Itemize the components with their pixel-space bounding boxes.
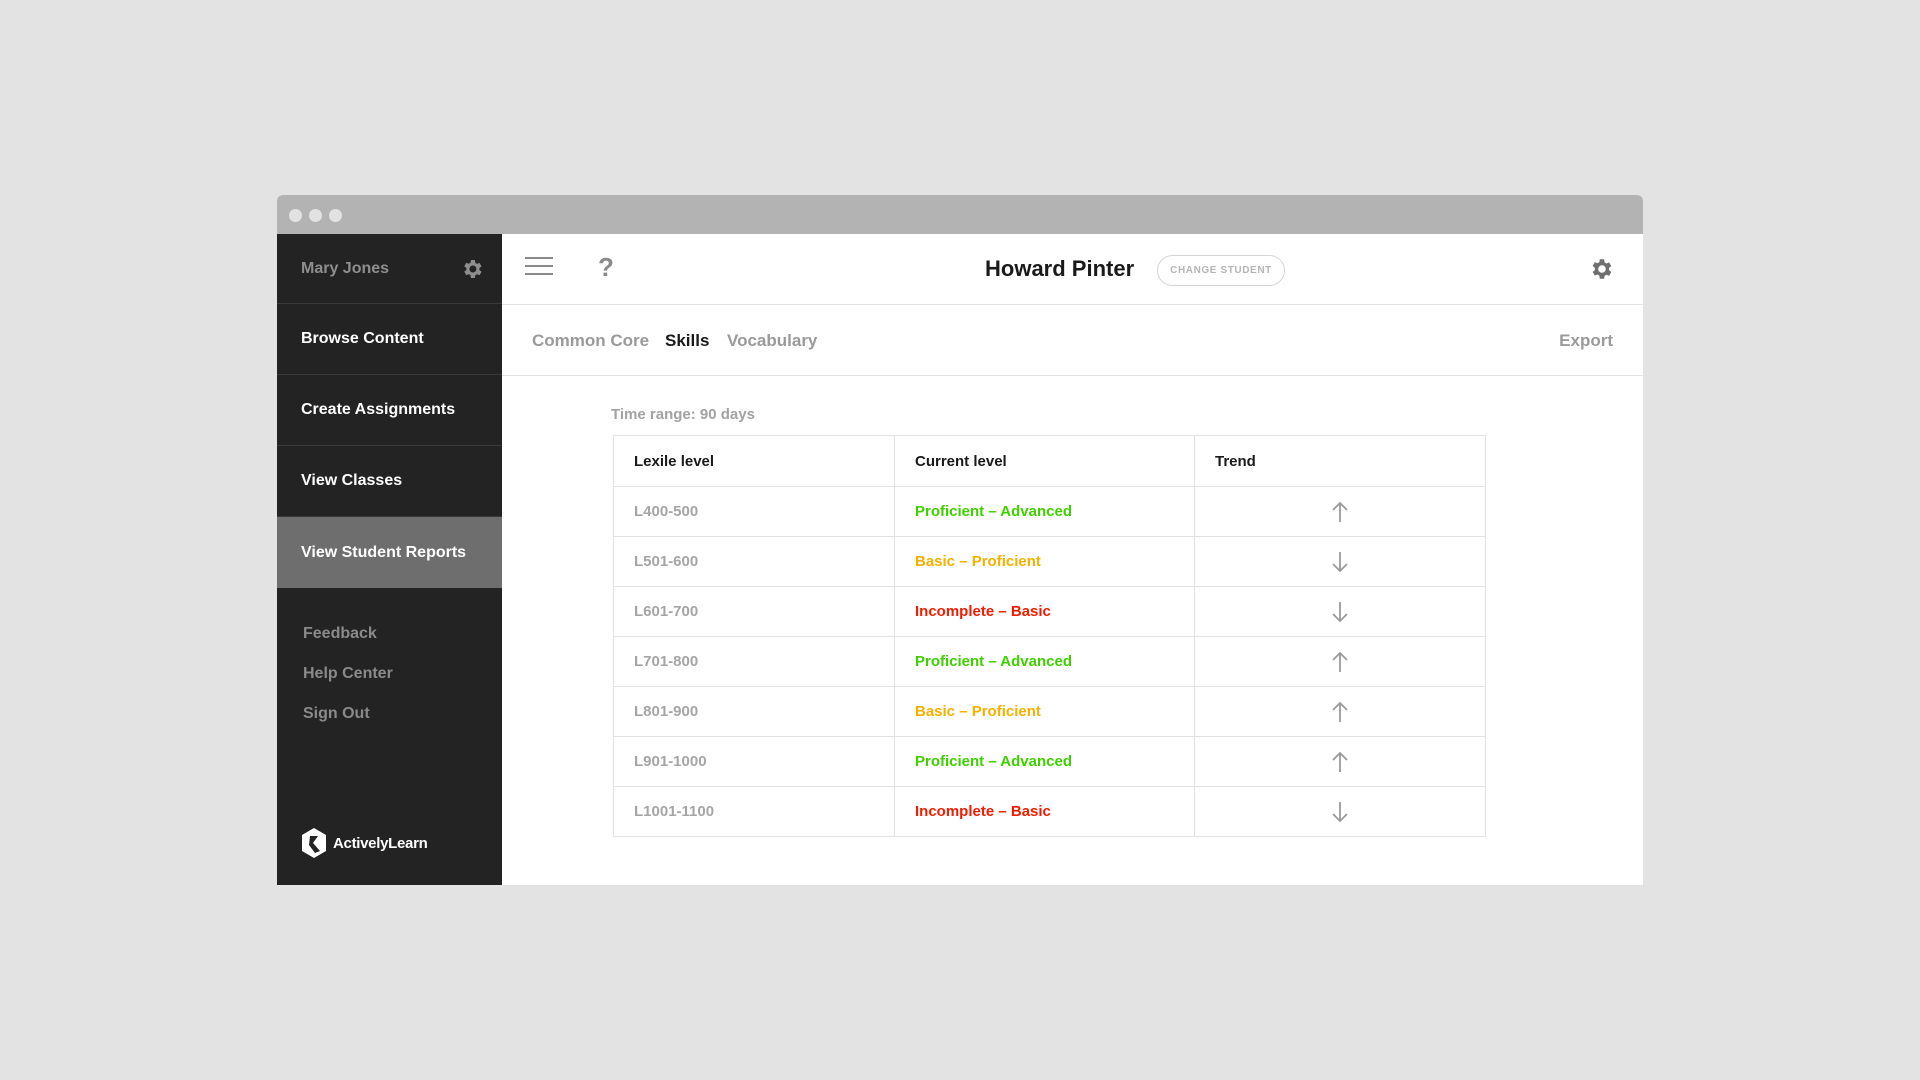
sidebar-item-browse-content[interactable]: Browse Content [277,304,502,375]
sidebar-item-view-classes[interactable]: View Classes [277,446,502,517]
current-level-cell: Incomplete – Basic [894,586,1195,637]
tab-common-core[interactable]: Common Core [532,331,649,351]
time-range-label: Time range: 90 days [611,406,755,423]
user-name[interactable]: Mary Jones [301,260,389,278]
sidebar-item-create-assignments[interactable]: Create Assignments [277,375,502,446]
table-header-row: Lexile level Current level Trend [613,435,1486,487]
table-row: L801-900 Basic – Proficient [613,686,1486,737]
arrow-up-icon [1331,501,1349,522]
trend-cell [1194,586,1486,637]
table-row: L901-1000 Proficient – Advanced [613,736,1486,787]
question-mark-icon[interactable]: ? [598,252,614,283]
current-level-cell: Proficient – Advanced [894,736,1195,787]
window-titlebar [277,195,1643,234]
change-student-button[interactable]: CHANGE STUDENT [1157,255,1285,286]
table-row: L400-500 Proficient – Advanced [613,486,1486,537]
brand-name: ActivelyLearn [333,834,428,852]
arrow-down-icon [1331,801,1349,822]
trend-cell [1194,686,1486,737]
current-level-cell: Proficient – Advanced [894,636,1195,687]
column-header-current-level: Current level [894,435,1195,487]
sidebar-item-view-student-reports[interactable]: View Student Reports [277,517,502,588]
sign-out-link[interactable]: Sign Out [303,694,502,734]
current-level-cell: Basic – Proficient [894,536,1195,587]
feedback-link[interactable]: Feedback [303,614,502,654]
skills-report-table: Lexile level Current level Trend L400-50… [613,435,1486,837]
student-name: Howard Pinter [985,256,1135,281]
main-content: ? Howard Pinter CHANGE STUDENT Common Co… [502,234,1643,885]
table-row: L501-600 Basic – Proficient [613,536,1486,587]
sidebar-secondary-links: Feedback Help Center Sign Out [277,588,502,734]
arrow-up-icon [1331,751,1349,772]
gear-icon[interactable] [460,257,484,281]
current-level-cell: Proficient – Advanced [894,486,1195,537]
window-close-dot[interactable] [289,209,302,222]
gear-icon[interactable] [1588,256,1614,282]
table-row: L701-800 Proficient – Advanced [613,636,1486,687]
lexile-level-cell: L501-600 [613,536,895,587]
lexile-level-cell: L400-500 [613,486,895,537]
trend-cell [1194,736,1486,787]
arrow-down-icon [1331,601,1349,622]
top-bar: ? Howard Pinter CHANGE STUDENT [502,234,1643,305]
lexile-level-cell: L801-900 [613,686,895,737]
brand[interactable]: ActivelyLearn [301,827,428,859]
lexile-level-cell: L1001-1100 [613,786,895,837]
hamburger-menu-icon[interactable] [525,257,553,279]
current-level-cell: Basic – Proficient [894,686,1195,737]
app-window: Mary Jones Browse Content Create Assignm… [277,195,1643,885]
arrow-down-icon [1331,551,1349,572]
column-header-trend: Trend [1194,435,1486,487]
actively-learn-logo-icon [302,828,326,858]
column-header-lexile-level: Lexile level [613,435,895,487]
lexile-level-cell: L601-700 [613,586,895,637]
export-link[interactable]: Export [1559,331,1613,351]
help-center-link[interactable]: Help Center [303,654,502,694]
current-level-cell: Incomplete – Basic [894,786,1195,837]
table-row: L601-700 Incomplete – Basic [613,586,1486,637]
window-maximize-dot[interactable] [329,209,342,222]
trend-cell [1194,536,1486,587]
table-row: L1001-1100 Incomplete – Basic [613,786,1486,837]
arrow-up-icon [1331,651,1349,672]
trend-cell [1194,786,1486,837]
sidebar: Mary Jones Browse Content Create Assignm… [277,234,502,885]
tab-skills[interactable]: Skills [665,331,709,351]
lexile-level-cell: L701-800 [613,636,895,687]
trend-cell [1194,486,1486,537]
trend-cell [1194,636,1486,687]
window-minimize-dot[interactable] [309,209,322,222]
tab-vocabulary[interactable]: Vocabulary [727,331,817,351]
report-tabs: Common Core Skills Vocabulary Export [502,305,1643,376]
sidebar-user: Mary Jones [277,234,502,304]
arrow-up-icon [1331,701,1349,722]
lexile-level-cell: L901-1000 [613,736,895,787]
